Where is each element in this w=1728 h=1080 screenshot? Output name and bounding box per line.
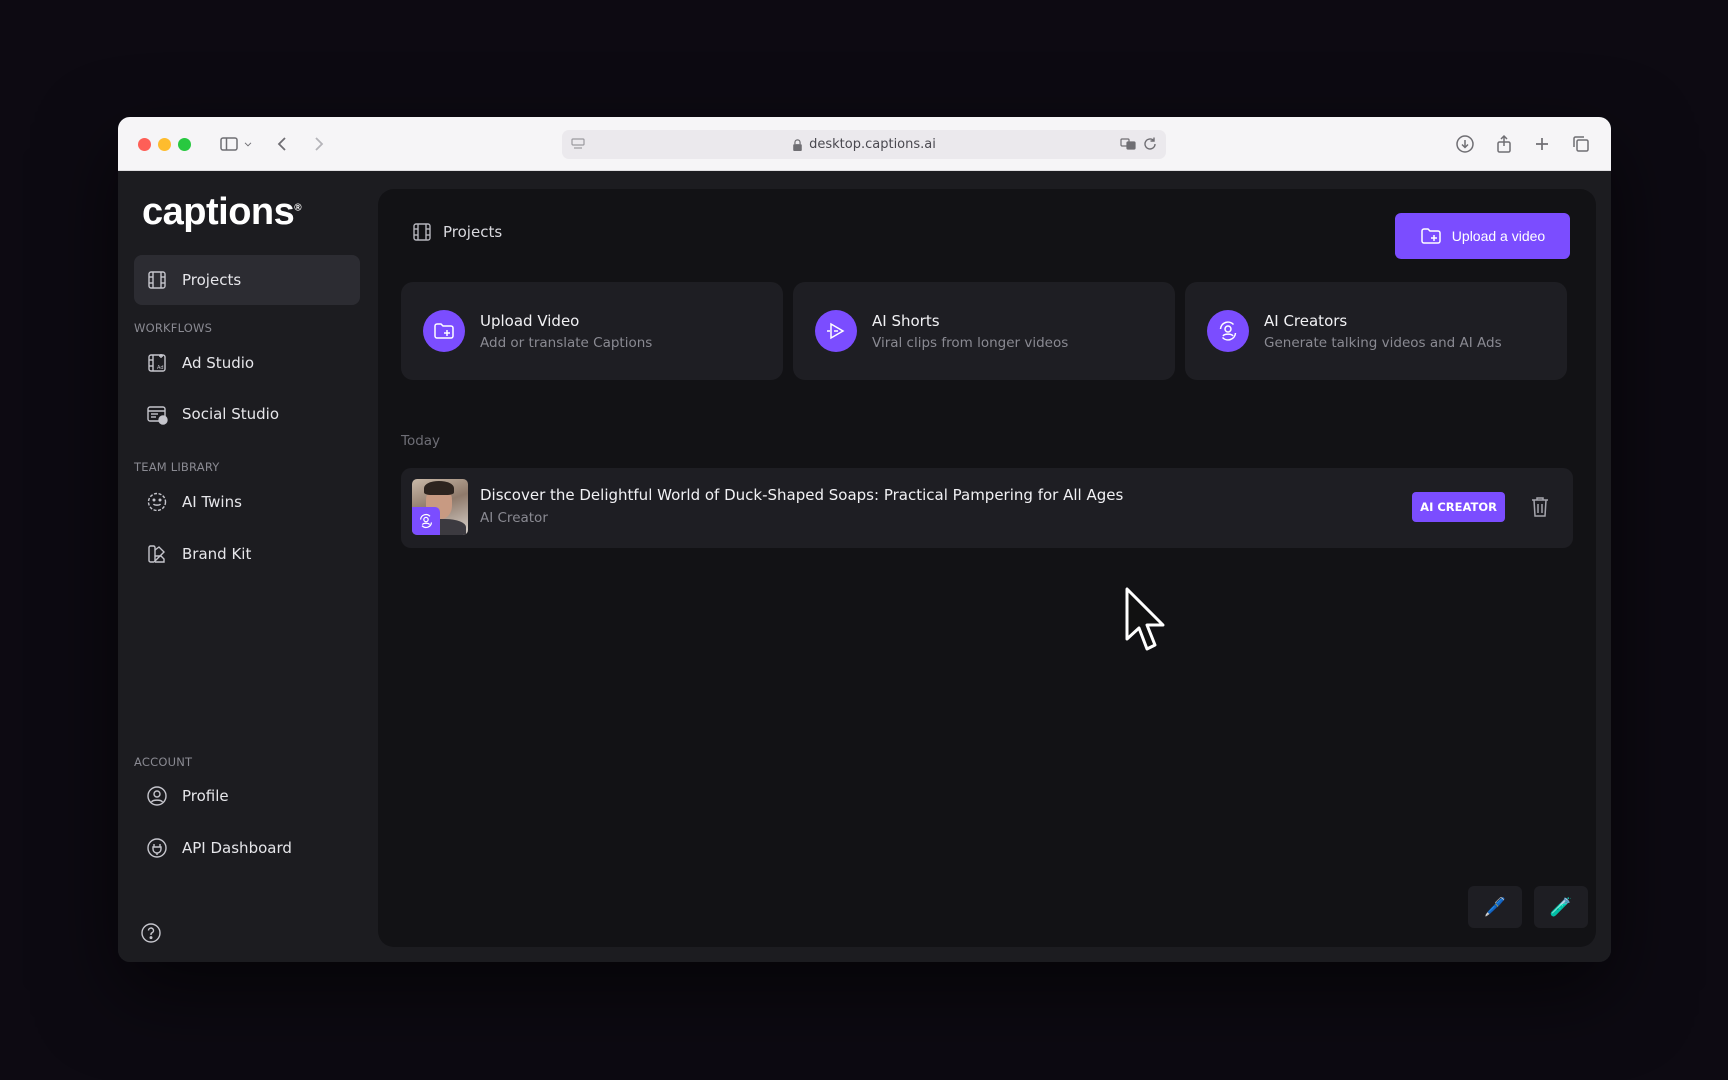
folder-plus-icon	[423, 310, 465, 352]
lock-icon	[793, 138, 802, 151]
share-icon[interactable]	[1491, 131, 1517, 157]
film-icon	[413, 223, 431, 241]
browser-window: desktop.captions.ai captions® Projects W…	[118, 117, 1611, 962]
project-row[interactable]: Discover the Delightful World of Duck-Sh…	[401, 468, 1573, 548]
page-menu-icon[interactable]	[570, 136, 586, 152]
page-title: Projects	[411, 221, 502, 243]
chevron-down-icon[interactable]	[240, 131, 256, 157]
download-icon[interactable]	[1452, 131, 1478, 157]
smiley-face-icon	[146, 491, 168, 513]
sidebar: captions® Projects WORKFLOWS Ad Ad Studi…	[118, 171, 378, 962]
browser-toolbar: desktop.captions.ai	[118, 117, 1611, 171]
brand-kit-icon	[146, 543, 168, 565]
sidebar-item-label: Projects	[182, 271, 242, 289]
card-subtitle: Viral clips from longer videos	[872, 334, 1069, 351]
sidebar-item-label: AI Twins	[182, 493, 242, 511]
play-sparkle-icon	[815, 310, 857, 352]
sidebar-item-ai-twins[interactable]: AI Twins	[134, 477, 360, 527]
sidebar-item-ad-studio[interactable]: Ad Ad Studio	[134, 338, 360, 388]
project-subtitle: AI Creator	[480, 510, 548, 526]
minimize-window-button[interactable]	[158, 138, 171, 151]
social-studio-icon	[146, 403, 168, 425]
sidebar-item-social-studio[interactable]: Social Studio	[134, 389, 360, 439]
card-title: Upload Video	[480, 311, 580, 330]
user-circle-icon	[146, 785, 168, 807]
sidebar-item-profile[interactable]: Profile	[134, 771, 360, 821]
captions-app: captions® Projects WORKFLOWS Ad Ad Studi…	[118, 171, 1611, 962]
test-tube-button[interactable]: 🧪	[1534, 886, 1588, 928]
project-title: Discover the Delightful World of Duck-Sh…	[480, 486, 1124, 504]
mouse-cursor-icon	[1125, 587, 1165, 651]
tab-overview-icon[interactable]	[1568, 131, 1594, 157]
captions-logo[interactable]: captions®	[142, 191, 302, 234]
project-thumbnail	[412, 479, 468, 535]
maximize-window-button[interactable]	[178, 138, 191, 151]
plug-icon	[146, 837, 168, 859]
date-group-label: Today	[401, 433, 441, 449]
card-ai-shorts[interactable]: AI Shorts Viral clips from longer videos	[793, 282, 1175, 380]
svg-text:Ad: Ad	[157, 365, 164, 371]
section-label-workflows: WORKFLOWS	[134, 321, 213, 335]
sidebar-item-api-dashboard[interactable]: API Dashboard	[134, 823, 360, 873]
help-icon[interactable]	[140, 922, 162, 944]
folder-plus-icon	[1421, 228, 1441, 244]
sidebar-item-label: Ad Studio	[182, 354, 255, 372]
film-icon	[146, 269, 168, 291]
status-badge: AI CREATOR	[1412, 492, 1505, 522]
new-tab-icon[interactable]	[1529, 131, 1555, 157]
card-ai-creators[interactable]: AI Creators Generate talking videos and …	[1185, 282, 1567, 380]
main-panel: Projects Upload a video Upload Video Add…	[378, 189, 1596, 947]
card-title: AI Shorts	[872, 311, 940, 330]
translate-icon[interactable]	[1120, 136, 1136, 152]
sidebar-item-label: Profile	[182, 787, 229, 805]
reload-icon[interactable]	[1142, 136, 1158, 152]
trash-icon[interactable]	[1529, 495, 1551, 519]
card-upload-video[interactable]: Upload Video Add or translate Captions	[401, 282, 783, 380]
url-text: desktop.captions.ai	[809, 137, 936, 152]
address-bar[interactable]: desktop.captions.ai	[562, 130, 1166, 159]
card-subtitle: Add or translate Captions	[480, 334, 653, 351]
section-label-team-library: TEAM LIBRARY	[134, 460, 220, 474]
upload-video-button[interactable]: Upload a video	[1395, 213, 1570, 259]
sidebar-item-brand-kit[interactable]: Brand Kit	[134, 529, 360, 579]
card-title: AI Creators	[1264, 311, 1348, 330]
user-refresh-icon	[1207, 310, 1249, 352]
upload-button-label: Upload a video	[1451, 228, 1546, 244]
user-refresh-icon	[412, 507, 440, 535]
forward-icon[interactable]	[305, 131, 331, 157]
card-subtitle: Generate talking videos and AI Ads	[1264, 334, 1502, 351]
highlighter-icon: 🖊️	[1483, 896, 1507, 918]
sidebar-item-label: API Dashboard	[182, 839, 292, 857]
page-title-text: Projects	[443, 223, 503, 241]
test-tube-icon: 🧪	[1549, 896, 1573, 918]
sidebar-item-label: Social Studio	[182, 405, 280, 423]
close-window-button[interactable]	[138, 138, 151, 151]
back-icon[interactable]	[270, 131, 296, 157]
section-label-account: ACCOUNT	[134, 755, 193, 769]
highlighter-button[interactable]: 🖊️	[1468, 886, 1522, 928]
ad-studio-icon: Ad	[146, 352, 168, 374]
sidebar-toggle-icon[interactable]	[216, 131, 242, 157]
sidebar-item-projects[interactable]: Projects	[134, 255, 360, 305]
sidebar-item-label: Brand Kit	[182, 545, 252, 563]
